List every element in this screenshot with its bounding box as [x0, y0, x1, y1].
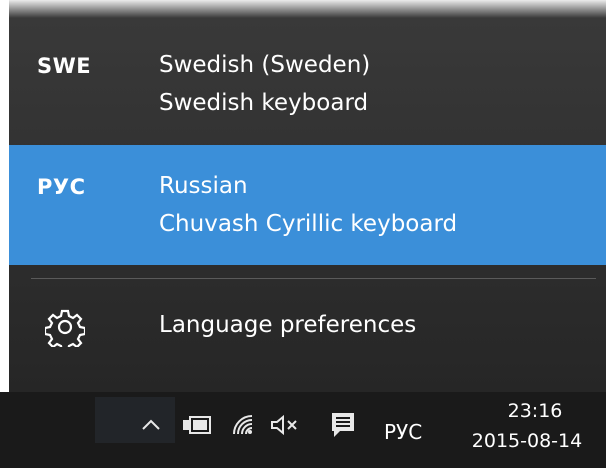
flyout-top-shade [9, 0, 606, 18]
input-language-indicator[interactable]: РУС [384, 420, 422, 444]
language-name: Swedish (Sweden) [159, 52, 371, 78]
wifi-icon[interactable] [230, 412, 256, 438]
clock-time[interactable]: 23:16 [485, 400, 585, 422]
keyboard-name: Chuvash Cyrillic keyboard [159, 211, 458, 237]
chevron-up-icon[interactable] [140, 414, 162, 436]
divider [31, 278, 596, 279]
clock-date[interactable]: 2015-08-14 [462, 430, 592, 452]
language-code: SWE [37, 54, 92, 78]
gear-icon [45, 309, 85, 347]
language-preferences-link[interactable]: Language preferences [9, 290, 606, 370]
language-flyout: SWE Swedish (Sweden) Swedish keyboard РУ… [9, 0, 606, 392]
language-preferences-label: Language preferences [159, 312, 417, 338]
taskbar-window-preview [95, 397, 175, 443]
taskbar: РУС 23:16 2015-08-14 [0, 392, 606, 468]
action-center-icon[interactable] [330, 411, 356, 439]
language-code: РУС [37, 175, 86, 199]
language-item-russian[interactable]: РУС Russian Chuvash Cyrillic keyboard [9, 145, 606, 265]
language-name: Russian [159, 173, 248, 199]
power-plug-icon[interactable] [182, 414, 212, 436]
keyboard-name: Swedish keyboard [159, 90, 369, 116]
language-item-swedish[interactable]: SWE Swedish (Sweden) Swedish keyboard [9, 20, 606, 145]
volume-muted-icon[interactable] [270, 414, 300, 436]
